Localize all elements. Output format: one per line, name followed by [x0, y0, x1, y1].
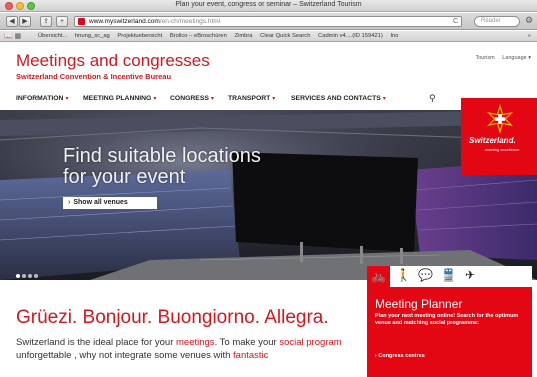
slide-dot[interactable]	[22, 274, 26, 278]
language-dropdown[interactable]: Language ▾	[502, 55, 531, 61]
chevron-down-icon: ▾	[272, 96, 276, 102]
speech-bubble-icon[interactable]: 💬	[418, 268, 433, 282]
chevron-down-icon: ▾	[382, 96, 386, 102]
bookmarks-overflow-icon[interactable]: »	[528, 31, 531, 41]
fantastic-link[interactable]: fantastic	[233, 350, 268, 361]
chevron-right-icon: ›	[68, 199, 71, 206]
nav-item-meeting-planning[interactable]: MEETING PLANNING ▾	[83, 95, 156, 102]
social-program-link[interactable]: social program	[279, 337, 341, 348]
bookmark-item[interactable]: Clear Quick Search	[260, 33, 310, 39]
switzerland-logo[interactable]: Switzerland. meeting excellence.	[461, 98, 537, 175]
show-all-venues-label: Show all venues	[73, 199, 128, 206]
bookmark-item[interactable]: Projektuebersicht	[117, 33, 162, 39]
address-bar[interactable]: www.myswitzerland.com/en-ch/meetings.htm…	[74, 16, 462, 27]
window-titlebar: Plan your event, congress or seminar – S…	[0, 0, 537, 12]
window-title: Plan your event, congress or seminar – S…	[175, 1, 362, 8]
forward-button[interactable]: ▶	[19, 16, 31, 27]
nav-item-information[interactable]: INFORMATION ▾	[16, 95, 68, 102]
train-icon[interactable]: 🚆	[441, 268, 456, 282]
hero-title-line: Find suitable locations	[63, 145, 261, 167]
planner-description: Plan your next meeting online! Search fo…	[375, 313, 519, 326]
nav-item-label: SERVICES AND CONTACTS	[291, 95, 381, 102]
nav-item-label: CONGRESS	[170, 95, 209, 102]
nav-item-label: TRANSPORT	[228, 95, 271, 102]
intro-text: . To make your	[214, 337, 280, 348]
nav-item-services-and-contacts[interactable]: SERVICES AND CONTACTS ▾	[291, 95, 386, 102]
bookmark-item[interactable]: Übersicht...	[38, 33, 67, 39]
brand-name: Switzerland.	[469, 136, 516, 145]
back-button[interactable]: ◀	[6, 16, 18, 27]
intro-text: unforgettable , why not integrate some v…	[16, 350, 234, 361]
top-links: Tourism Language ▾	[469, 55, 531, 61]
add-bookmark-button[interactable]: +	[56, 16, 68, 27]
intro-text: Switzerland is the ideal place for your	[16, 337, 176, 348]
bookmark-item[interactable]: Ino	[390, 33, 398, 39]
page-title[interactable]: Meetings and congresses	[16, 51, 210, 71]
page-subtitle: Switzerland Convention & Incentive Burea…	[16, 72, 172, 81]
slide-dot[interactable]	[16, 274, 20, 278]
slide-dot[interactable]	[28, 274, 32, 278]
gear-icon[interactable]: ⚙	[525, 15, 533, 26]
bookmark-item[interactable]: Cadmin v4....(ID 159421)	[318, 33, 383, 39]
intro-paragraph: Switzerland is the ideal place for your …	[16, 336, 361, 362]
chevron-down-icon: ▾	[65, 96, 69, 102]
swiss-star-logo-icon	[487, 104, 513, 134]
hiker-icon[interactable]: 🚶	[396, 268, 411, 282]
hero-image	[0, 110, 537, 280]
show-all-venues-button[interactable]: › Show all venues	[63, 197, 157, 209]
planner-title: Meeting Planner	[375, 297, 463, 311]
greeting-heading: Grüezi. Bonjour. Buongiorno. Allegra.	[16, 307, 329, 328]
favicon-icon	[78, 18, 85, 25]
congress-centres-link[interactable]: › Congress centres	[375, 353, 425, 359]
web-page: Meetings and congresses Switzerland Conv…	[0, 43, 537, 377]
bookmarks-bar: 📖 ▦ Übersicht... hnung_sc_ag Projektuebe…	[0, 31, 537, 42]
bicycle-icon[interactable]: 🚲	[367, 266, 390, 287]
slide-dot[interactable]	[34, 274, 38, 278]
url-host: www.myswitzerland.com	[89, 18, 160, 25]
nav-item-label: INFORMATION	[16, 95, 64, 102]
search-icon[interactable]: ⚲	[429, 93, 436, 104]
tourism-link[interactable]: Tourism	[475, 55, 494, 61]
nav-item-congress[interactable]: CONGRESS ▾	[170, 95, 214, 102]
chevron-down-icon: ▾	[210, 96, 214, 102]
airplane-icon[interactable]: ✈	[465, 268, 475, 282]
reload-icon[interactable]: C	[453, 17, 458, 26]
hero-title: Find suitable locations for your event	[63, 146, 363, 188]
nav-item-transport[interactable]: TRANSPORT ▾	[228, 95, 275, 102]
hero-title-line: for your event	[63, 166, 186, 188]
share-button[interactable]: ⇪	[40, 16, 52, 27]
nav-item-label: MEETING PLANNING	[83, 95, 152, 102]
reader-button[interactable]: Reader	[474, 16, 520, 27]
chevron-down-icon: ▾	[153, 96, 157, 102]
bookmark-item[interactable]: Brolico – eBroschüren	[170, 33, 227, 39]
url-path: /en-ch/meetings.html	[159, 18, 221, 25]
bookmark-item[interactable]: Zimbra	[234, 33, 252, 39]
meetings-link[interactable]: meetings	[176, 337, 215, 348]
bookmark-item[interactable]: hnung_sc_ag	[75, 33, 110, 39]
main-navigation: INFORMATION ▾ MEETING PLANNING ▾ CONGRESS ▾…	[16, 95, 456, 105]
bookmarks-icon[interactable]: 📖 ▦	[4, 31, 21, 41]
browser-toolbar: ◀ ▶ ⇪ + www.myswitzerland.com/en-ch/meet…	[0, 13, 537, 30]
brand-tagline: meeting excellence.	[485, 147, 521, 152]
bookmarks-list: Übersicht... hnung_sc_ag Projektuebersic…	[38, 31, 405, 41]
planner-category-tabs: 🚲 🚶 💬 🚆 ✈	[367, 266, 532, 287]
hero-banner: Find suitable locations for your event ›…	[0, 110, 537, 280]
slide-indicator	[16, 265, 40, 280]
meeting-planner-panel: Meeting Planner Plan your next meeting o…	[367, 287, 532, 377]
